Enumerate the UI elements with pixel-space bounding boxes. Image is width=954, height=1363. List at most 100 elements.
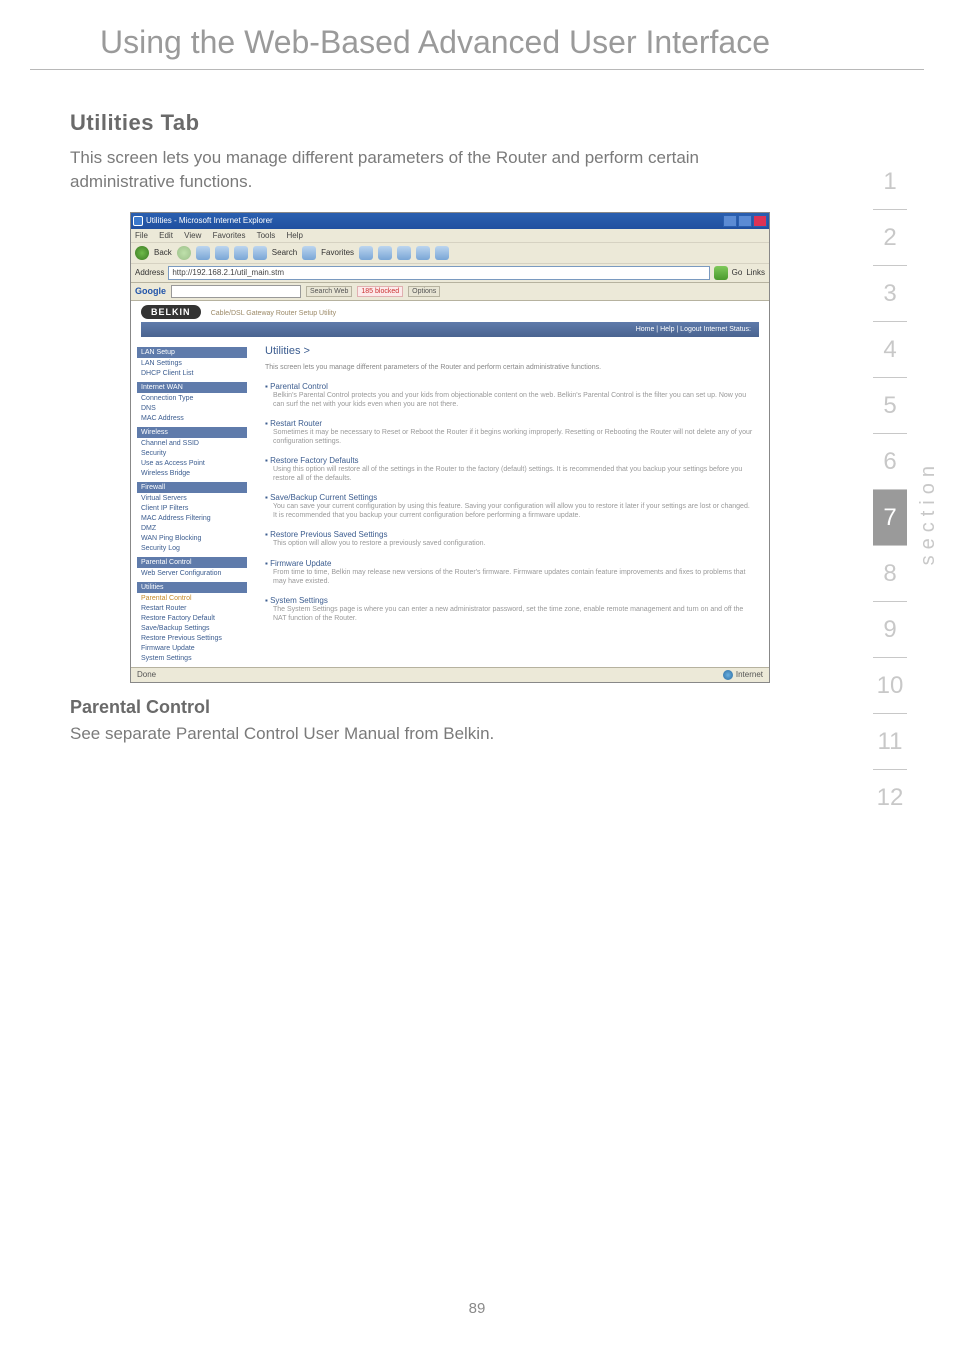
print-icon[interactable] [416,246,430,260]
sidebar-link[interactable]: Parental Control [137,593,247,603]
sidebar-link[interactable]: Use as Access Point [137,458,247,468]
parental-body: See separate Parental Control User Manua… [70,722,760,746]
history-icon[interactable] [378,246,392,260]
refresh-icon[interactable] [215,246,229,260]
sidebar-link[interactable]: Restore Previous Settings [137,633,247,643]
utility-item-head[interactable]: Restore Previous Saved Settings [265,530,755,539]
utility-item-head[interactable]: Restart Router [265,419,755,428]
sidebar-link[interactable]: LAN Settings [137,358,247,368]
sidebar-header: Internet WAN [137,382,247,393]
router-header: BELKIN Cable/DSL Gateway Router Setup Ut… [131,301,769,339]
sidebar-link[interactable]: Connection Type [137,393,247,403]
section-tab-4[interactable]: 4 [873,322,907,378]
sidebar-link[interactable]: Channel and SSID [137,438,247,448]
google-options[interactable]: Options [408,286,440,297]
section-tab-3[interactable]: 3 [873,266,907,322]
sidebar-link[interactable]: Firmware Update [137,643,247,653]
utility-item-body: The System Settings page is where you ca… [265,605,755,623]
utility-item-head[interactable]: Firmware Update [265,559,755,568]
edit-icon[interactable] [435,246,449,260]
router-topband: Home | Help | Logout Internet Status: [141,322,759,337]
mail-icon[interactable] [397,246,411,260]
sidebar-link[interactable]: Restart Router [137,603,247,613]
google-logo[interactable]: Google [135,286,166,296]
go-button[interactable] [714,266,728,280]
menu-edit[interactable]: Edit [159,231,173,240]
google-search-input[interactable] [171,285,301,298]
router-tagline: Cable/DSL Gateway Router Setup Utility [211,310,336,317]
sidebar-link[interactable]: Virtual Servers [137,493,247,503]
search-label[interactable]: Search [272,248,297,257]
go-label[interactable]: Go [732,268,743,277]
sidebar-link[interactable]: DHCP Client List [137,368,247,378]
search-icon[interactable] [253,246,267,260]
section-tab-2[interactable]: 2 [873,210,907,266]
favorites-icon[interactable] [302,246,316,260]
section-tab-12[interactable]: 12 [873,770,907,826]
sidebar-header: Parental Control [137,557,247,568]
sidebar-header: Wireless [137,427,247,438]
utility-item-body: Belkin's Parental Control protects you a… [265,391,755,409]
back-icon[interactable] [135,246,149,260]
section-tab-9[interactable]: 9 [873,602,907,658]
section-tab-5[interactable]: 5 [873,378,907,434]
utility-item-body: Using this option will restore all of th… [265,465,755,483]
menu-file[interactable]: File [135,231,148,240]
google-search-button[interactable]: Search Web [306,286,352,297]
popup-blocked[interactable]: 185 blocked [357,286,403,297]
home-icon[interactable] [234,246,248,260]
address-label: Address [135,268,164,277]
section-tab-11[interactable]: 11 [873,714,907,770]
sidebar-link[interactable]: Web Server Configuration [137,568,247,578]
maximize-button[interactable] [738,215,752,227]
section-tab-8[interactable]: 8 [873,546,907,602]
status-bar: Done Internet [131,667,769,682]
media-icon[interactable] [359,246,373,260]
sidebar-link[interactable]: DNS [137,403,247,413]
toolbar: Back Search Favorites [131,242,769,264]
main-intro: This screen lets you manage different pa… [265,363,755,372]
menu-view[interactable]: View [184,231,201,240]
menu-tools[interactable]: Tools [257,231,276,240]
utility-item-head[interactable]: Parental Control [265,382,755,391]
sidebar-link[interactable]: DMZ [137,523,247,533]
sidebar-link[interactable]: Security Log [137,543,247,553]
browser-window: Utilities - Microsoft Internet Explorer … [130,212,770,683]
status-right: Internet [736,670,763,679]
sidebar-link[interactable]: MAC Address Filtering [137,513,247,523]
utility-item-body: This option will allow you to restore a … [265,539,755,548]
section-tab-10[interactable]: 10 [873,658,907,714]
favorites-label[interactable]: Favorites [321,248,354,257]
utility-item-body: You can save your current configuration … [265,502,755,520]
sidebar-link[interactable]: System Settings [137,653,247,663]
menubar: File Edit View Favorites Tools Help [131,229,769,242]
address-input[interactable]: http://192.168.2.1/util_main.stm [168,266,709,280]
minimize-button[interactable] [723,215,737,227]
utility-item-head[interactable]: Restore Factory Defaults [265,456,755,465]
sidebar: LAN SetupLAN SettingsDHCP Client ListInt… [131,339,251,667]
close-button[interactable] [753,215,767,227]
menu-help[interactable]: Help [287,231,303,240]
utility-item-head[interactable]: System Settings [265,596,755,605]
utility-item: Firmware UpdateFrom time to time, Belkin… [265,559,755,586]
back-label[interactable]: Back [154,248,172,257]
section-tab-1[interactable]: 1 [873,154,907,210]
stop-icon[interactable] [196,246,210,260]
sidebar-link[interactable]: WAN Ping Blocking [137,533,247,543]
belkin-logo: BELKIN [141,305,201,319]
sidebar-link[interactable]: Restore Factory Default [137,613,247,623]
sidebar-link[interactable]: Wireless Bridge [137,468,247,478]
menu-favorites[interactable]: Favorites [213,231,246,240]
section-label-vertical: section [917,460,940,565]
utility-item-head[interactable]: Save/Backup Current Settings [265,493,755,502]
sidebar-link[interactable]: Security [137,448,247,458]
sidebar-link[interactable]: Client IP Filters [137,503,247,513]
sidebar-link[interactable]: MAC Address [137,413,247,423]
section-tab-7[interactable]: 7 [873,490,907,546]
utilities-heading: Utilities Tab [70,110,760,136]
section-tab-6[interactable]: 6 [873,434,907,490]
utility-item: Restore Factory DefaultsUsing this optio… [265,456,755,483]
forward-icon[interactable] [177,246,191,260]
sidebar-link[interactable]: Save/Backup Settings [137,623,247,633]
links-label[interactable]: Links [746,268,765,277]
